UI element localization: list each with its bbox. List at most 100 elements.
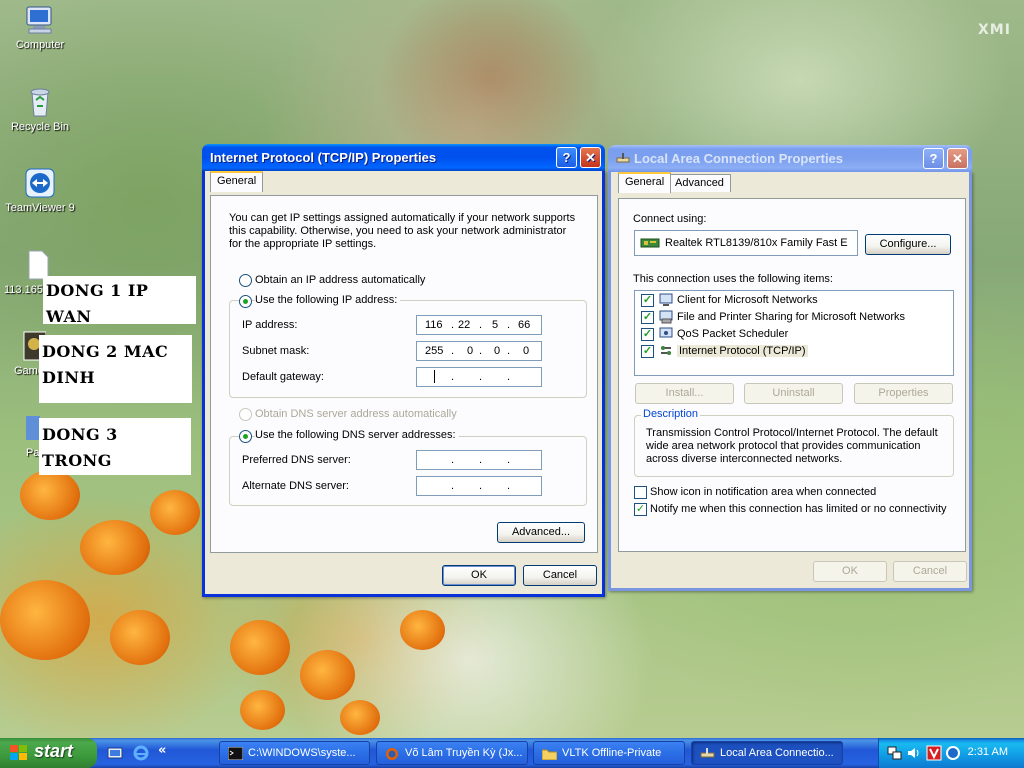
item-label: Internet Protocol (TCP/IP) [677,345,808,357]
flower-decoration [110,610,170,665]
help-button[interactable]: ? [556,147,577,168]
window-title: Internet Protocol (TCP/IP) Properties [210,150,437,165]
tab-general[interactable]: General [210,171,264,192]
item-label: Client for Microsoft Networks [677,294,818,306]
tcpip-titlebar[interactable]: Internet Protocol (TCP/IP) Properties ? … [202,144,605,171]
wallpaper-watermark: XMI [978,22,1011,38]
cancel-button[interactable]: Cancel [893,561,967,582]
ip-octet-2: 22 [458,319,471,331]
adapter-display: Realtek RTL8139/810x Family Fast E [634,230,858,256]
ip-address-label: IP address: [242,319,298,331]
components-list[interactable]: ✓ Client for Microsoft Networks ✓ File a… [634,290,954,376]
use-static-dns-label[interactable]: Use the following DNS server addresses: [255,429,459,441]
item-checkbox[interactable]: ✓ [641,328,654,341]
show-desktop-icon[interactable] [107,745,123,761]
item-label: QoS Packet Scheduler [677,328,789,340]
shortcut-icon [26,412,40,444]
annotation-note-line1: DONG 1 IP WAN [43,276,196,326]
show-icon-checkbox[interactable] [634,486,647,499]
ip-octet-3: 5 [492,319,499,331]
flower-decoration [240,690,285,730]
ok-button[interactable]: OK [813,561,887,582]
alternate-dns-label: Alternate DNS server: [242,480,349,492]
subnet-mask-field[interactable]: 255 . 0 . 0 . 0 [416,341,542,361]
show-icon-label[interactable]: Show icon in notification area when conn… [650,486,876,498]
taskbar-item-cmd[interactable]: C:\WINDOWS\syste... [219,741,370,765]
description-legend: Description [641,408,701,420]
preferred-dns-field[interactable]: ... [416,450,542,470]
obtain-dns-auto-label[interactable]: Obtain DNS server address automatically [255,408,457,420]
use-static-dns-radio[interactable] [239,430,252,443]
network-card-icon [640,236,660,250]
flower-decoration [0,580,90,660]
item-checkbox[interactable]: ✓ [641,294,654,307]
desktop-icon-pa[interactable]: Pa [0,412,44,459]
install-button[interactable]: Install... [635,383,734,404]
ok-button[interactable]: OK [442,565,516,586]
flower-decoration [80,520,150,575]
advanced-button[interactable]: Advanced... [497,522,585,543]
taskbar-item-firefox[interactable]: Võ Lâm Truyền Kỳ (Jx... [376,741,528,765]
use-static-ip-radio[interactable] [239,295,252,308]
file-sharing-icon [659,310,674,324]
antivirus-icon[interactable] [926,745,942,761]
obtain-ip-auto-radio[interactable] [239,274,252,287]
taskbar: start « C:\WINDOWS\syste... Võ Lâm Truyề… [0,738,1024,768]
adapter-name: Realtek RTL8139/810x Family Fast E [665,237,848,249]
tab-advanced[interactable]: Advanced [668,174,731,192]
protocol-icon [659,344,674,358]
flower-decoration [400,610,445,650]
item-checkbox[interactable]: ✓ [641,345,654,358]
default-gateway-field[interactable]: ... [416,367,542,387]
item-checkbox[interactable]: ✓ [641,311,654,324]
notify-label[interactable]: Notify me when this connection has limit… [650,503,947,515]
clock: 2:31 AM [967,746,1008,758]
flower-decoration [150,490,200,535]
system-tray: 2:31 AM [878,738,1024,768]
uninstall-button[interactable]: Uninstall [744,383,843,404]
volume-icon[interactable] [906,745,922,761]
preferred-dns-label: Preferred DNS server: [242,454,351,466]
connect-using-label: Connect using: [633,213,707,225]
general-panel: You can get IP settings assigned automat… [210,195,598,553]
obtain-dns-auto-radio[interactable] [239,408,252,421]
obtain-ip-auto-label[interactable]: Obtain an IP address automatically [255,274,425,286]
lan-titlebar[interactable]: Local Area Connection Properties ? ✕ [608,145,972,172]
help-button[interactable]: ? [923,148,944,169]
close-button[interactable]: ✕ [580,147,601,168]
qos-scheduler-icon [659,327,674,341]
close-button[interactable]: ✕ [947,148,968,169]
default-gateway-label: Default gateway: [242,371,324,383]
desktop-icon-game[interactable]: Game [0,330,47,377]
flower-decoration [300,650,355,700]
ip-octet-1: 116 [425,319,443,331]
tab-general[interactable]: General [618,172,672,193]
task-label: VLTK Offline-Private [562,747,662,759]
windows-logo-icon [10,745,28,761]
task-label: C:\WINDOWS\syste... [248,747,356,759]
start-label: start [34,741,74,761]
desktop-icon-recycle-bin[interactable]: Recycle Bin [2,86,78,133]
cancel-button[interactable]: Cancel [523,565,597,586]
desktop-icon-teamviewer[interactable]: TeamViewer 9 [2,167,78,214]
start-button[interactable]: start [0,738,97,768]
ip-address-field[interactable]: 116 . 22 . 5 . 66 [416,315,542,335]
lan-properties-window: Local Area Connection Properties ? ✕ Gen… [608,145,972,591]
use-static-ip-label[interactable]: Use the following IP address: [255,294,401,306]
taskbar-item-lan-properties[interactable]: Local Area Connectio... [691,741,843,765]
teamviewer-tray-icon[interactable] [945,745,961,761]
properties-button[interactable]: Properties [854,383,953,404]
notify-checkbox[interactable]: ✓ [634,503,647,516]
cmd-icon [227,746,244,761]
configure-button[interactable]: Configure... [865,234,951,255]
network-connection-icon [700,747,715,760]
network-tray-icon[interactable] [887,745,903,761]
quicklaunch-more-button[interactable]: « [158,743,166,758]
internet-explorer-icon[interactable] [133,745,149,761]
items-label: This connection uses the following items… [633,273,833,285]
taskbar-item-folder[interactable]: VLTK Offline-Private [533,741,685,765]
tcpip-properties-window: Internet Protocol (TCP/IP) Properties ? … [202,144,605,597]
alternate-dns-field[interactable]: ... [416,476,542,496]
task-label: Võ Lâm Truyền Kỳ (Jx... [405,747,523,759]
desktop-icon-computer[interactable]: Computer [2,4,78,51]
